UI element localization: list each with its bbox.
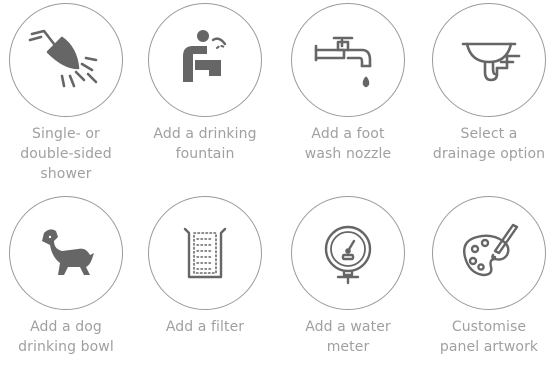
option-label: Select a drainage option bbox=[432, 126, 546, 162]
option-label: Add a drinking fountain bbox=[153, 126, 257, 162]
option-filter[interactable]: Add a filter bbox=[135, 196, 275, 337]
option-circle[interactable] bbox=[9, 3, 123, 117]
option-shower[interactable]: Single- or double-sided shower bbox=[0, 3, 136, 184]
option-label: Add a water meter bbox=[305, 319, 391, 355]
option-panel-artwork[interactable]: Customise panel artwork bbox=[419, 196, 555, 357]
water-meter-icon bbox=[324, 225, 372, 285]
option-foot-wash-nozzle[interactable]: Add a foot wash nozzle bbox=[278, 3, 418, 164]
tap-icon bbox=[314, 36, 372, 88]
option-circle[interactable] bbox=[291, 196, 405, 310]
options-grid: Single- or double-sided shower Add a dri… bbox=[0, 0, 555, 368]
option-circle[interactable] bbox=[291, 3, 405, 117]
option-label: Single- or double-sided shower bbox=[20, 126, 112, 182]
option-dog-bowl[interactable]: Add a dog drinking bowl bbox=[0, 196, 136, 357]
option-label: Customise panel artwork bbox=[439, 319, 539, 355]
option-label: Add a dog drinking bowl bbox=[18, 319, 114, 355]
drinking-fountain-icon bbox=[183, 30, 227, 82]
option-label: Add a foot wash nozzle bbox=[304, 126, 392, 162]
option-circle[interactable] bbox=[432, 196, 546, 310]
filter-icon bbox=[183, 227, 227, 279]
sink-drain-icon bbox=[461, 42, 521, 82]
paint-palette-icon bbox=[463, 223, 519, 277]
option-drainage[interactable]: Select a drainage option bbox=[419, 3, 555, 164]
shower-head-icon bbox=[28, 29, 98, 88]
option-circle[interactable] bbox=[432, 3, 546, 117]
option-label: Add a filter bbox=[165, 319, 245, 335]
option-drinking-fountain[interactable]: Add a drinking fountain bbox=[135, 3, 275, 164]
option-circle[interactable] bbox=[9, 196, 123, 310]
option-circle[interactable] bbox=[148, 196, 262, 310]
option-circle[interactable] bbox=[148, 3, 262, 117]
option-water-meter[interactable]: Add a water meter bbox=[278, 196, 418, 357]
dog-icon bbox=[42, 229, 94, 275]
